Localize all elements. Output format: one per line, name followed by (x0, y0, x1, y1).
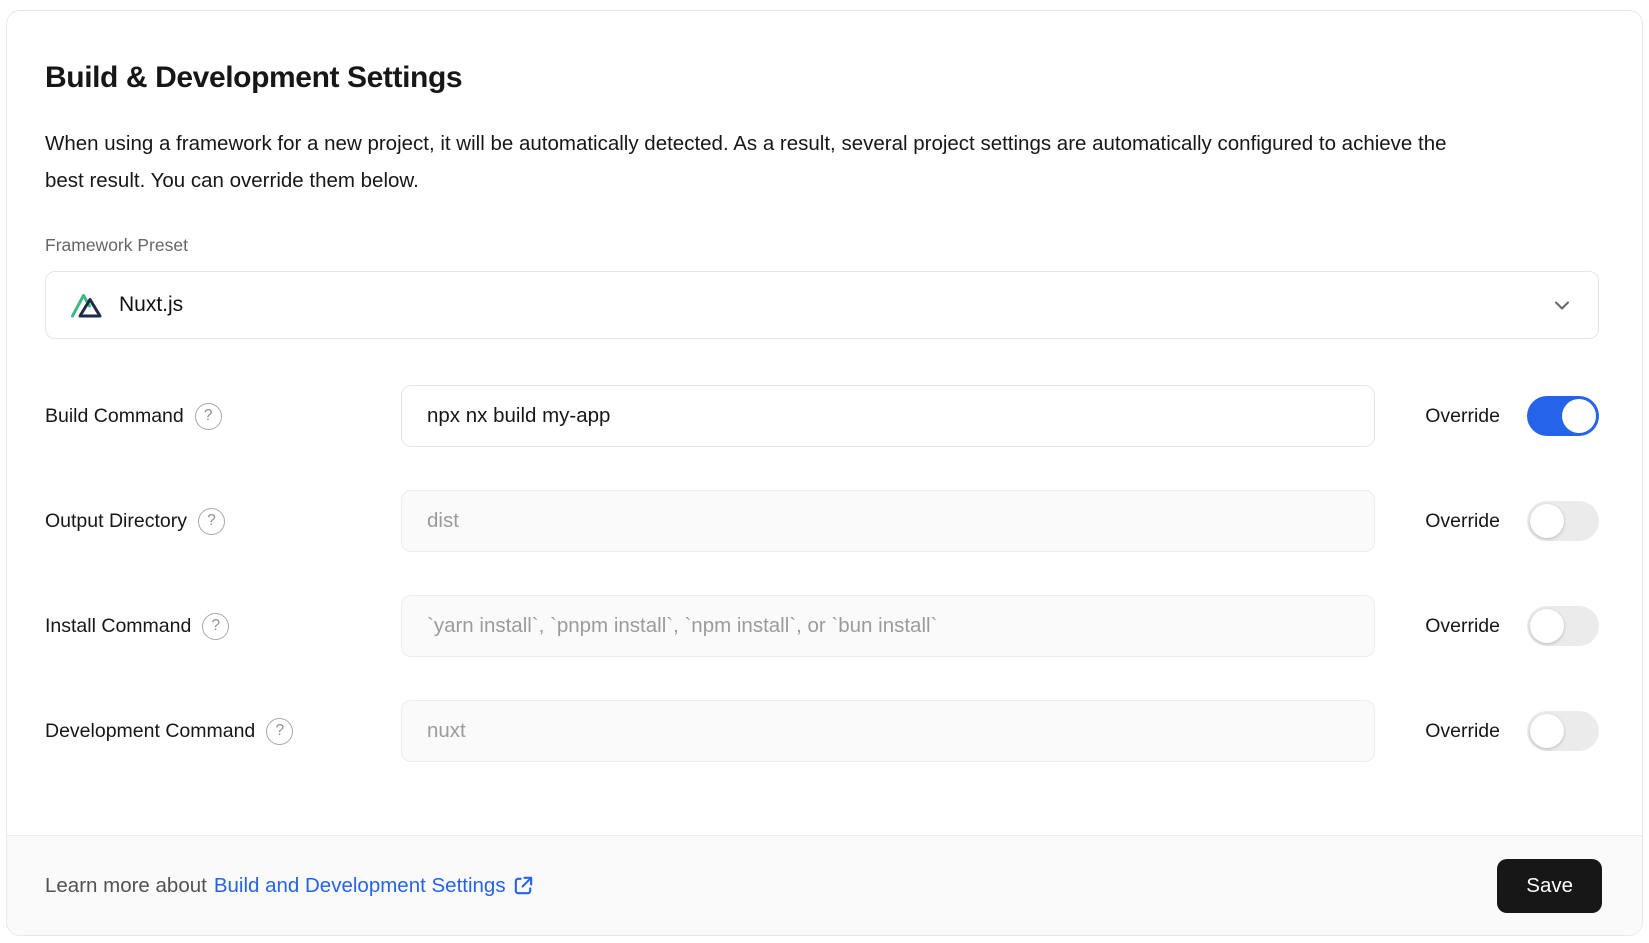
development-command-override-group: Override (1375, 711, 1599, 751)
card-footer: Learn more about Build and Development S… (7, 835, 1642, 935)
build-command-override-toggle[interactable] (1527, 396, 1599, 436)
help-icon[interactable]: ? (195, 403, 222, 430)
development-command-row: Development Command ? Override (45, 700, 1599, 762)
learn-more-link-label: Build and Development Settings (214, 874, 506, 898)
panel-description: When using a framework for a new project… (45, 125, 1490, 199)
learn-more-text: Learn more about Build and Development S… (45, 874, 535, 898)
override-label: Override (1425, 720, 1500, 743)
framework-preset-select[interactable]: Nuxt.js (45, 271, 1599, 339)
override-label: Override (1425, 510, 1500, 533)
install-command-label: Install Command (45, 615, 191, 638)
output-directory-row: Output Directory ? Override (45, 490, 1599, 552)
build-command-override-group: Override (1375, 396, 1599, 436)
card-main: Build & Development Settings When using … (7, 11, 1642, 762)
install-command-row: Install Command ? Override (45, 595, 1599, 657)
toggle-knob (1530, 609, 1564, 643)
output-directory-label-group: Output Directory ? (45, 508, 401, 535)
output-directory-override-group: Override (1375, 501, 1599, 541)
development-command-override-toggle[interactable] (1527, 711, 1599, 751)
build-dev-settings-link[interactable]: Build and Development Settings (214, 874, 535, 898)
help-icon[interactable]: ? (202, 613, 229, 640)
install-command-override-toggle[interactable] (1527, 606, 1599, 646)
learn-more-prefix: Learn more about (45, 874, 207, 898)
external-link-icon (512, 874, 535, 897)
chevron-down-icon (1550, 293, 1574, 317)
toggle-knob (1530, 714, 1564, 748)
development-command-input (401, 700, 1375, 762)
nuxtjs-icon (70, 289, 106, 321)
page-title: Build & Development Settings (45, 59, 1599, 97)
build-command-row: Build Command ? Override (45, 385, 1599, 447)
override-label: Override (1425, 615, 1500, 638)
help-icon[interactable]: ? (266, 718, 293, 745)
settings-rows: Build Command ? Override Output Director… (45, 385, 1599, 762)
output-directory-override-toggle[interactable] (1527, 501, 1599, 541)
framework-preset-label: Framework Preset (45, 233, 1599, 257)
build-dev-settings-card: Build & Development Settings When using … (6, 10, 1643, 936)
toggle-knob (1530, 504, 1564, 538)
build-command-label-group: Build Command ? (45, 403, 401, 430)
framework-selected-value: Nuxt.js (119, 293, 183, 317)
toggle-knob (1562, 399, 1596, 433)
output-directory-input (401, 490, 1375, 552)
save-button[interactable]: Save (1497, 859, 1602, 913)
install-command-input (401, 595, 1375, 657)
development-command-label: Development Command (45, 720, 255, 743)
install-command-override-group: Override (1375, 606, 1599, 646)
help-icon[interactable]: ? (198, 508, 225, 535)
override-label: Override (1425, 405, 1500, 428)
output-directory-label: Output Directory (45, 510, 187, 533)
development-command-label-group: Development Command ? (45, 718, 401, 745)
build-command-input[interactable] (401, 385, 1375, 447)
build-command-label: Build Command (45, 405, 184, 428)
install-command-label-group: Install Command ? (45, 613, 401, 640)
